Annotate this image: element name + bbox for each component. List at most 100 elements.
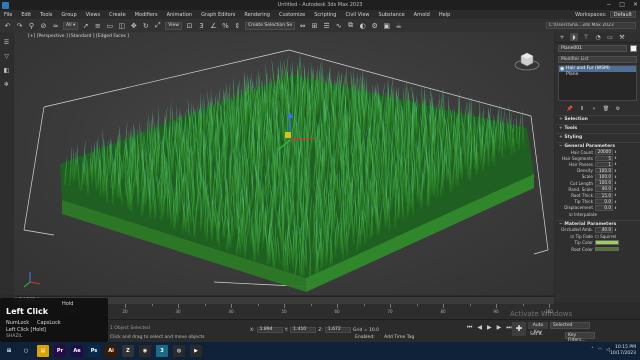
spinner-snap-icon[interactable]: ⇕	[233, 21, 242, 30]
occluded-amb-field[interactable]: 40.0	[595, 227, 613, 233]
root-thick-field[interactable]: 15.0	[595, 192, 613, 199]
filter-icon[interactable]: ▽	[3, 52, 11, 60]
stack-item-plane[interactable]: Plane	[559, 72, 636, 78]
previous-frame-icon[interactable]: ◀	[477, 324, 482, 332]
object-color-swatch[interactable]	[630, 45, 637, 52]
create-icon[interactable]: +	[558, 33, 566, 41]
schematic-icon[interactable]: ⧉	[346, 21, 355, 30]
hair-segments-field[interactable]: 5	[595, 155, 613, 162]
menu-graph-editors[interactable]: Graph Editors	[201, 12, 235, 18]
spinner-icon[interactable]: ⬍	[614, 228, 618, 232]
configure-sets-icon[interactable]: ⚙	[615, 106, 621, 112]
motion-icon[interactable]: ◔	[594, 33, 602, 41]
menu-customize[interactable]: Customize	[279, 12, 305, 18]
curve-editor-icon[interactable]: ∿	[334, 21, 343, 30]
search-icon[interactable]: ○	[20, 345, 32, 357]
rand-scale-field[interactable]: 40.0	[595, 186, 613, 192]
network-icon[interactable]: ◠	[598, 347, 602, 353]
menu-group[interactable]: Group	[61, 12, 76, 18]
tip-thick-field[interactable]: 0.0	[595, 198, 613, 205]
spinner-icon[interactable]: ⬍	[614, 193, 618, 197]
menu-arnold[interactable]: Arnold	[414, 12, 430, 18]
menu-file[interactable]: File	[4, 12, 12, 18]
photoshop-icon[interactable]: Ps	[88, 345, 100, 357]
system-clock[interactable]: 10:15 PM 10/17/2023	[610, 345, 636, 357]
displacement-field[interactable]: 0.0	[595, 205, 613, 211]
squirrel-checkbox[interactable]: ☐ Squirrel	[595, 234, 616, 239]
isolate-icon[interactable]: ◧	[3, 66, 11, 74]
region-select-icon[interactable]: ▭	[105, 21, 114, 30]
zbrush-icon[interactable]: Z	[122, 345, 134, 357]
menu-views[interactable]: Views	[86, 12, 100, 18]
menu-scripting[interactable]: Scripting	[314, 12, 336, 18]
perspective-viewport[interactable]: [+] [Perspective ] [Standard ] [Edged Fa…	[14, 32, 554, 295]
scene-explorer-icon[interactable]: ☰	[3, 38, 11, 46]
set-key-button[interactable]: Set K.	[530, 332, 543, 337]
file-explorer-icon[interactable]: ▤	[37, 345, 49, 357]
premiere-icon[interactable]: Pr	[54, 345, 66, 357]
interpolate-checkbox[interactable]: ☑ Interpolate	[555, 211, 640, 218]
remove-modifier-icon[interactable]: 🗑	[603, 106, 609, 112]
layer-icon[interactable]: ☰	[322, 21, 331, 30]
media-icon[interactable]: ▶	[190, 345, 202, 357]
show-end-result-icon[interactable]: Ⅱ	[579, 106, 585, 112]
density-field[interactable]: 100.0	[595, 167, 613, 174]
undo-icon[interactable]: ↶	[3, 21, 12, 30]
chrome-icon[interactable]: ◍	[173, 345, 185, 357]
y-coordinate-field[interactable]: 1.410	[290, 327, 317, 333]
tip-fade-checkbox[interactable]: ☑ Tip Fade	[555, 234, 595, 239]
maximize-button[interactable]: □	[619, 1, 625, 8]
hair-count-field[interactable]: 20000	[595, 149, 613, 155]
blender-icon[interactable]: ◉	[139, 345, 151, 357]
freeze-icon[interactable]: ❄	[3, 80, 11, 88]
reference-coordinate-dropdown[interactable]: View	[165, 21, 182, 30]
x-coordinate-field[interactable]: 1.894	[256, 327, 283, 333]
modifier-list-dropdown[interactable]: Modifier List	[558, 56, 637, 63]
illustrator-icon[interactable]: Ai	[105, 345, 117, 357]
utilities-icon[interactable]: ⚒	[618, 33, 626, 41]
spinner-icon[interactable]: ⬍	[614, 181, 618, 185]
key-filters-button[interactable]: Key Filters...	[565, 332, 595, 343]
z-coordinate-field[interactable]: 1.672	[324, 327, 351, 333]
close-button[interactable]: ✕	[633, 1, 638, 8]
menu-help[interactable]: Help	[439, 12, 450, 18]
selection-filter-dropdown[interactable]: All ▾	[63, 21, 79, 30]
viewport-label[interactable]: [+] [Perspective ] [Standard ] [Edged Fa…	[28, 34, 129, 39]
tip-color-swatch[interactable]	[595, 240, 619, 245]
scale-icon[interactable]: ⤢	[153, 21, 162, 30]
select-icon[interactable]: ➚	[81, 21, 90, 30]
bind-icon[interactable]: ≈	[51, 21, 60, 30]
spinner-icon[interactable]: ⬍	[614, 162, 618, 166]
minimize-button[interactable]: −	[606, 1, 611, 8]
redo-icon[interactable]: ↷	[15, 21, 24, 30]
pin-stack-icon[interactable]: 📌	[567, 106, 573, 112]
auto-key-button[interactable]: Auto Key	[528, 322, 548, 335]
hair-passes-field[interactable]: 1	[595, 161, 613, 168]
mirror-icon[interactable]: ⇔	[298, 21, 307, 30]
make-unique-icon[interactable]: ⑂	[591, 106, 597, 112]
modify-icon[interactable]: ◗	[570, 33, 578, 41]
selected-dropdown[interactable]: Selected	[550, 322, 590, 329]
pivot-icon[interactable]: ⊡	[185, 21, 194, 30]
workspace-dropdown[interactable]: Default	[609, 11, 636, 18]
spinner-icon[interactable]: ⬍	[614, 187, 618, 191]
rollout-material-parameters[interactable]: Material Parameters	[555, 219, 640, 227]
menu-animation[interactable]: Animation	[167, 12, 193, 18]
rollout-styling[interactable]: Styling	[555, 133, 640, 140]
object-name-field[interactable]: Plane001	[558, 45, 627, 52]
viewcube-icon[interactable]	[514, 48, 540, 72]
snap-icon[interactable]: 3	[197, 21, 206, 30]
spinner-icon[interactable]: ⬍	[614, 175, 618, 179]
rotate-icon[interactable]: ↻	[141, 21, 150, 30]
cut-length-field[interactable]: 100.0	[595, 180, 613, 186]
project-path-field[interactable]: C:\Users\Sha...3ds Max 2023	[546, 22, 636, 29]
move-icon[interactable]: ✥	[129, 21, 138, 30]
select-by-name-icon[interactable]: ≡	[93, 21, 102, 30]
go-to-start-icon[interactable]: ⏮	[467, 324, 472, 332]
spinner-icon[interactable]: ⬍	[614, 200, 618, 204]
menu-rendering[interactable]: Rendering	[244, 12, 270, 18]
3dsmax-icon[interactable]: 3	[156, 345, 168, 357]
menu-substance[interactable]: Substance	[379, 12, 405, 18]
menu-create[interactable]: Create	[109, 12, 126, 18]
menu-tools[interactable]: Tools	[40, 12, 52, 18]
